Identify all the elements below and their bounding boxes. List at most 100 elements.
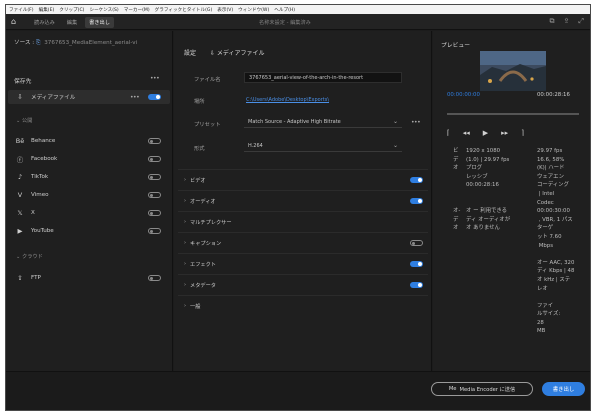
location-link[interactable]: C:\Users\Adobe\Desktop\Exports\ <box>246 97 329 103</box>
menu-file[interactable]: ファイル(F) <box>9 7 34 13</box>
audio-toggle[interactable] <box>410 198 423 204</box>
step-back-icon[interactable]: ◂◂ <box>463 129 470 137</box>
social-heading-label: 公開 <box>22 118 33 124</box>
dest-media-file[interactable]: ⇩ メディアファイル <box>8 90 170 104</box>
export-file-icon: ⇩ <box>17 93 23 101</box>
menu-markers[interactable]: マーカー(M) <box>124 7 150 13</box>
filename-input[interactable]: 3767653_aerial-view-of-the-arch-in-the-r… <box>244 72 402 83</box>
menu-window[interactable]: ウィンドウ(W) <box>238 7 269 13</box>
preview-panel: プレビュー 00:00:00:00 00:00:28:16 ⌈ ◂◂ ▶ ▸▸ … <box>433 31 590 371</box>
format-value: H.264 <box>248 143 263 149</box>
in-point-icon[interactable]: ⌈ <box>447 129 450 137</box>
vimeo-toggle[interactable] <box>148 192 161 198</box>
vimeo-icon: V <box>17 191 23 199</box>
upload-icon: ⇪ <box>17 274 23 282</box>
home-icon[interactable]: ⌂ <box>11 17 16 26</box>
out-point-icon[interactable]: ⌉ <box>521 129 524 137</box>
dest-behance[interactable]: Bē Behance <box>8 134 170 148</box>
chevron-right-icon: › <box>184 282 186 288</box>
x-toggle[interactable] <box>148 210 161 216</box>
menu-edit[interactable]: 編集(E) <box>39 7 55 13</box>
fullscreen-icon[interactable]: ⤢ <box>578 17 584 26</box>
tab-edit[interactable]: 編集 <box>63 17 81 28</box>
project-title: 名称未設定 - 編集済み <box>259 20 311 26</box>
summary-output: 29.97 fps 16.6, 58% (K)| ハード ウェアエン コーディン… <box>537 148 575 335</box>
section-label: 一般 <box>190 303 201 310</box>
youtube-toggle[interactable] <box>148 228 161 234</box>
metadata-toggle[interactable] <box>410 282 423 288</box>
chevron-right-icon: › <box>184 177 186 183</box>
workspace-icon[interactable]: ⧉ <box>550 17 555 26</box>
source-label: ソース : <box>14 40 35 46</box>
window-icons: ⧉ ⇪ ⤢ <box>550 17 584 26</box>
video-toggle[interactable] <box>410 177 423 183</box>
chevron-down-icon: ⌄ <box>392 142 398 149</box>
destinations-panel: ソース : ⎘ 3767653_MediaElement_aerial-vi 保… <box>6 31 173 371</box>
menu-graphics[interactable]: グラフィックとタイトル(G) <box>155 7 213 13</box>
section-metadata[interactable]: › メタデータ <box>178 274 428 295</box>
settings-title: 設定 <box>184 50 197 57</box>
section-label: エフェクト <box>190 261 216 268</box>
filename-label: ファイル名 <box>194 77 221 83</box>
dest-vimeo[interactable]: V Vimeo <box>8 188 170 202</box>
section-label: ビデオ <box>190 177 206 184</box>
send-to-media-encoder-button[interactable]: Me Media Encoder に送信 <box>431 382 533 396</box>
section-captions[interactable]: › キャプション <box>178 232 428 253</box>
menu-sequence[interactable]: シーケンス(S) <box>89 7 118 13</box>
dest-x[interactable]: 𝕏 X <box>8 206 170 220</box>
preview-title: プレビュー <box>441 43 470 49</box>
format-select[interactable]: H.264 ⌄ <box>244 141 402 152</box>
tab-import[interactable]: 読み込み <box>30 17 59 28</box>
menu-clip[interactable]: クリップ(C) <box>59 7 84 13</box>
ftp-toggle[interactable] <box>148 275 161 281</box>
chevron-right-icon: › <box>184 219 186 225</box>
section-video[interactable]: › ビデオ <box>178 169 428 190</box>
preset-value: Match Source - Adaptive High Bitrate <box>248 119 341 125</box>
more-options-icon[interactable]: ••• <box>150 75 160 82</box>
workspace-bar: ⌂ 読み込み 編集 書き出し 名称未設定 - 編集済み ⧉ ⇪ ⤢ <box>6 14 590 30</box>
menu-view[interactable]: 表示(V) <box>217 7 233 13</box>
footer-bar: Me Media Encoder に送信 書き出し <box>6 371 590 410</box>
media-file-toggle[interactable] <box>148 94 161 100</box>
section-label: マルチプレクサー <box>190 219 232 226</box>
section-multiplexer[interactable]: › マルチプレクサー <box>178 211 428 232</box>
media-more-icon[interactable]: ••• <box>130 94 140 101</box>
preset-select[interactable]: Match Source - Adaptive High Bitrate ⌄ <box>244 117 402 128</box>
export-button[interactable]: 書き出し <box>542 382 585 396</box>
quick-export-icon[interactable]: ⇪ <box>564 17 570 26</box>
preview-scrubber[interactable] <box>447 113 579 115</box>
preset-more-icon[interactable]: ••• <box>411 119 421 126</box>
duration-timecode: 00:00:28:16 <box>537 92 570 98</box>
behance-icon: Bē <box>15 137 25 145</box>
play-icon[interactable]: ▶ <box>483 129 488 137</box>
section-audio[interactable]: › オーディオ <box>178 190 428 211</box>
menu-help[interactable]: ヘルプ(H) <box>274 7 295 13</box>
section-general[interactable]: › 一般 <box>178 295 428 316</box>
section-label: キャプション <box>190 240 222 247</box>
dest-facebook[interactable]: ⓕ Facebook <box>8 152 170 166</box>
dest-ftp[interactable]: ⇪ FTP <box>8 271 170 285</box>
current-timecode: 00:00:00:00 <box>447 92 480 98</box>
tiktok-toggle[interactable] <box>148 174 161 180</box>
section-effects[interactable]: › エフェクト <box>178 253 428 274</box>
chevron-down-icon: ⌄ <box>392 118 398 125</box>
step-forward-icon[interactable]: ▸▸ <box>501 129 508 137</box>
dest-tiktok[interactable]: ♪ TikTok <box>8 170 170 184</box>
preset-label: プリセット <box>194 122 221 128</box>
source-clip-icon: ⎘ <box>35 40 41 46</box>
workspace-tabs: 読み込み 編集 書き出し <box>30 17 114 28</box>
social-heading: ⌄ 公開 <box>16 118 33 124</box>
section-label: メタデータ <box>190 282 216 289</box>
dest-youtube[interactable]: ▶ YouTube <box>8 224 170 238</box>
summary-source: 1920 x 1080 (1.0) | 29.97 fps プログ レッシブ 0… <box>466 148 511 232</box>
cloud-heading: ⌄ クラウド <box>16 254 43 260</box>
captions-toggle[interactable] <box>410 240 423 246</box>
facebook-toggle[interactable] <box>148 156 161 162</box>
tab-export[interactable]: 書き出し <box>85 17 114 28</box>
media-encoder-label: Media Encoder に送信 <box>459 386 516 393</box>
playback-controls: ⌈ ◂◂ ▶ ▸▸ ⌉ <box>447 129 524 137</box>
effects-toggle[interactable] <box>410 261 423 267</box>
cloud-heading-label: クラウド <box>22 254 43 260</box>
behance-toggle[interactable] <box>148 138 161 144</box>
menu-bar: ファイル(F) 編集(E) クリップ(C) シーケンス(S) マーカー(M) グ… <box>6 5 590 14</box>
